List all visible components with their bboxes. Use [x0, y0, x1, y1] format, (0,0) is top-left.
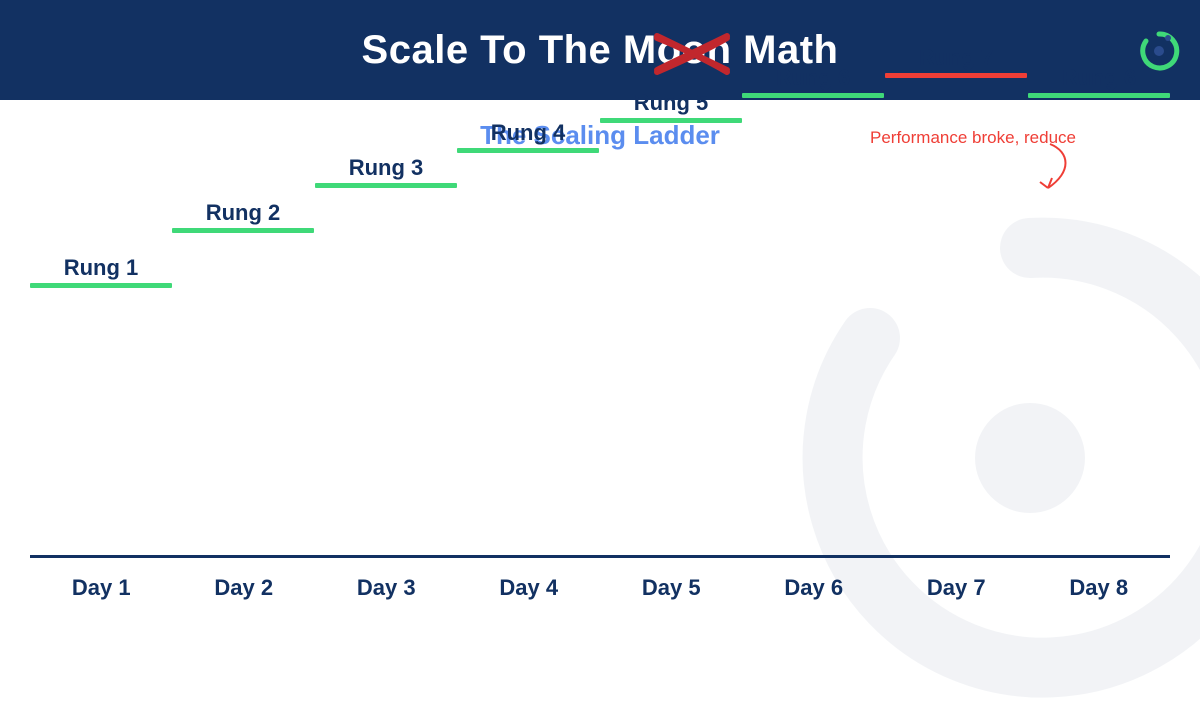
x-label: Day 1 — [30, 563, 173, 608]
annotation-arrow-icon — [1020, 142, 1080, 202]
rung-label: Rung 6 — [742, 65, 884, 91]
rung-bar — [742, 93, 884, 98]
rung-label: Rung 6 — [1028, 65, 1170, 91]
chart-area: Rung 1 Rung 2 Rung 3 Rung 4 Rung 5 Rung … — [30, 150, 1170, 608]
rung-day8: Rung 6 — [1028, 65, 1170, 98]
rung-bar — [1028, 93, 1170, 98]
rung-day2: Rung 2 — [172, 200, 314, 233]
x-axis-labels: Day 1 Day 2 Day 3 Day 4 Day 5 Day 6 Day … — [30, 563, 1170, 608]
rung-day6: Rung 6 — [742, 65, 884, 98]
rung-day3: Rung 3 — [315, 155, 457, 188]
rung-bar — [30, 283, 172, 288]
rung-bar — [315, 183, 457, 188]
rung-day5: Rung 5 — [600, 90, 742, 123]
rung-bar — [172, 228, 314, 233]
x-label: Day 8 — [1028, 563, 1171, 608]
rung-label: Rung 2 — [172, 200, 314, 226]
rung-bar — [457, 148, 599, 153]
rung-label: Rung 4 — [457, 120, 599, 146]
rung-bar — [600, 118, 742, 123]
x-label: Day 2 — [173, 563, 316, 608]
rung-bar-broke — [885, 73, 1027, 78]
rung-day4: Rung 4 — [457, 120, 599, 153]
rung-day1: Rung 1 — [30, 255, 172, 288]
rung-day7: Rung 7 — [885, 45, 1027, 78]
rung-label: Rung 5 — [600, 90, 742, 116]
rung-label: Rung 1 — [30, 255, 172, 281]
annotation-text: Performance broke, reduce — [870, 128, 1076, 148]
x-label: Day 6 — [743, 563, 886, 608]
x-label: Day 4 — [458, 563, 601, 608]
x-label: Day 3 — [315, 563, 458, 608]
rung-label: Rung 3 — [315, 155, 457, 181]
x-label: Day 5 — [600, 563, 743, 608]
x-axis — [30, 555, 1170, 558]
rung-label: Rung 7 — [885, 45, 1027, 71]
x-label: Day 7 — [885, 563, 1028, 608]
